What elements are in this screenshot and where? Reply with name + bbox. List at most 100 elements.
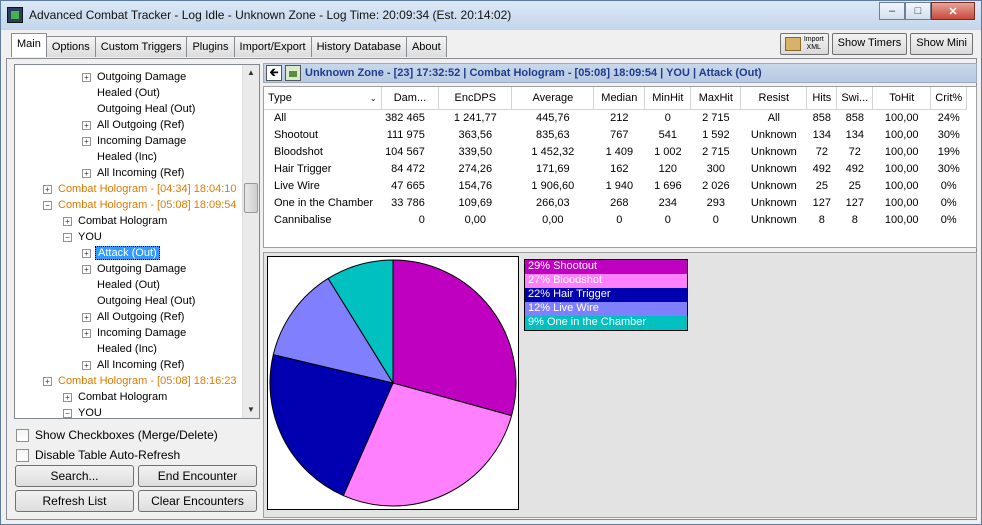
tree-item-label: Healed (Out) [97,279,160,291]
table-row[interactable]: All 382 465 1 241,77 445,76 212 0 2 715 All 858 8… [264,109,967,126]
table-cell: Shootout [274,128,319,141]
tree-item[interactable]: Outgoing Heal (Out) [82,293,197,309]
show-checkboxes-checkbox[interactable] [16,428,29,442]
tab-about[interactable]: About [405,36,447,57]
tab-main[interactable]: Main [11,33,47,57]
encounter-tree[interactable]: ▲ ▼ + Outgoing Damage Healed (Out) Outgoing… [14,64,260,419]
tree-item[interactable]: + Combat Hologram - [04:34] 18:04:10 [43,181,239,197]
tree-item[interactable]: + Outgoing Damage [82,261,188,277]
expand-icon[interactable]: + [82,136,91,146]
table-row[interactable]: Shootout 111 975 363,56 835,63 767 541 1 592 Un… [264,126,967,143]
tree-item[interactable]: Healed (Out) [82,277,162,293]
tree-item[interactable]: + Incoming Damage [82,325,188,341]
tab-options[interactable]: Options [45,36,96,57]
maximize-button[interactable]: □ [905,2,931,20]
disable-refresh-option[interactable]: Disable Table Auto-Refresh [16,448,180,462]
scroll-down-icon[interactable]: ▼ [243,402,259,418]
tree-item[interactable]: + All Outgoing (Ref) [82,117,186,133]
column-header-damage[interactable]: Dam... [381,87,440,110]
table-cell: 127 [812,196,831,209]
table-header-row: Type ⌄ Dam... EncDPS Average Median MinHi… [264,87,968,110]
expand-icon[interactable]: + [82,72,91,82]
tree-item[interactable]: + Outgoing Damage [82,69,188,85]
expand-icon[interactable]: + [82,264,91,274]
clear-encounters-button[interactable]: Clear Encounters [138,490,257,512]
back-arrow-icon[interactable]: 🡰 [266,65,282,81]
tree-item[interactable]: + Combat Hologram - [05:08] 18:16:23 [43,373,239,389]
tree-item[interactable]: Outgoing Heal (Out) [82,101,197,117]
table-cell: 492 [845,162,864,175]
table-row[interactable]: One in the Chamber 33 786 109,69 266,03 268 2… [264,194,967,211]
collapse-icon[interactable]: − [63,232,72,242]
table-row[interactable]: Cannibalise 0 0,00 0,00 0 0 0 Unknown 8 8 100,00 0% [264,211,967,228]
main-window: Advanced Combat Tracker - Log Idle - Unk… [0,0,982,525]
expand-icon[interactable]: + [43,376,52,386]
expand-icon[interactable]: + [82,120,91,130]
tree-scrollbar[interactable]: ▲ ▼ [242,65,259,418]
tree-item[interactable]: + Combat Hologram [63,389,169,405]
tab-history-database[interactable]: History Database [310,36,407,57]
expand-icon[interactable]: + [82,168,91,178]
minimize-button[interactable]: – [879,2,905,20]
tree-item[interactable]: + Combat Hologram [63,213,169,229]
scroll-thumb[interactable] [244,183,258,213]
tree-item[interactable]: + All Outgoing (Ref) [82,309,186,325]
tree-item[interactable]: − Combat Hologram - [05:08] 18:09:54 [43,197,239,213]
column-header-crit[interactable]: Crit% [930,87,968,110]
tree-item[interactable]: + Attack (Out) [82,245,160,261]
legend-item: 29% Shootout [525,260,687,274]
expand-icon[interactable]: + [43,184,52,194]
column-header-tohit[interactable]: ToHit [872,87,932,110]
expand-icon[interactable]: + [82,312,91,322]
tree-item[interactable]: Healed (Inc) [82,341,159,357]
tree-item[interactable]: − YOU [63,229,104,245]
tree-item[interactable]: + Incoming Damage [82,133,188,149]
show-checkboxes-option[interactable]: Show Checkboxes (Merge/Delete) [16,428,218,442]
table-cell: 1 452,32 [531,145,575,158]
table-cell: 0% [940,196,957,209]
column-header-swings[interactable]: Swi... [836,87,874,110]
tab-import-export[interactable]: Import/Export [233,36,312,57]
close-button[interactable]: ✕ [931,2,975,20]
import-xml-button[interactable]: Import XML [779,33,829,55]
show-mini-button[interactable]: Show Mini [910,33,973,55]
scroll-up-icon[interactable]: ▲ [243,65,259,81]
column-header-encdps[interactable]: EncDPS [438,87,513,110]
expand-icon[interactable]: + [82,360,91,370]
search-button[interactable]: Search... [15,465,134,487]
table-row[interactable]: Bloodshot 104 567 339,50 1 452,32 1 409 1 002… [264,143,967,160]
table-cell: 0% [940,213,957,226]
tree-item[interactable]: − YOU [63,405,104,418]
tree-item[interactable]: + All Incoming (Ref) [82,165,186,181]
collapse-icon[interactable]: − [63,408,72,418]
column-header-median[interactable]: Median [593,87,646,110]
column-header-hits[interactable]: Hits [806,87,838,110]
show-timers-button[interactable]: Show Timers [831,33,908,55]
column-header-resist[interactable]: Resist [740,87,808,110]
disable-refresh-checkbox[interactable] [16,448,29,462]
expand-icon[interactable]: + [63,392,72,402]
tab-plugins[interactable]: Plugins [186,36,235,57]
column-header-type[interactable]: Type ⌄ [264,87,382,110]
table-cell: 382 465 [385,111,425,124]
tab-custom-triggers[interactable]: Custom Triggers [94,36,188,57]
title-bar[interactable]: Advanced Combat Tracker - Log Idle - Unk… [1,1,981,30]
collapse-icon[interactable]: − [43,200,52,210]
refresh-list-button[interactable]: Refresh List [15,490,134,512]
table-row[interactable]: Hair Trigger 84 472 274,26 171,69 162 120 300 U… [264,160,967,177]
column-header-maxhit[interactable]: MaxHit [690,87,742,110]
expand-icon[interactable]: + [82,248,91,258]
expand-icon[interactable]: + [63,216,72,226]
end-encounter-button[interactable]: End Encounter [138,465,257,487]
legend-item: 22% Hair Trigger [525,288,687,302]
column-header-average[interactable]: Average [511,87,595,110]
expand-icon[interactable]: + [82,328,91,338]
main-tabs: Main Options Custom Triggers Plugins Imp… [11,33,447,57]
tree-item[interactable]: + All Incoming (Ref) [82,357,186,373]
column-header-minhit[interactable]: MinHit [644,87,692,110]
tree-item[interactable]: Healed (Out) [82,85,162,101]
image-export-icon[interactable] [285,65,301,81]
tree-item[interactable]: Healed (Inc) [82,149,159,165]
table-cell: 100,00 [884,213,919,226]
table-row[interactable]: Live Wire 47 665 154,76 1 906,60 1 940 1 696 2… [264,177,967,194]
